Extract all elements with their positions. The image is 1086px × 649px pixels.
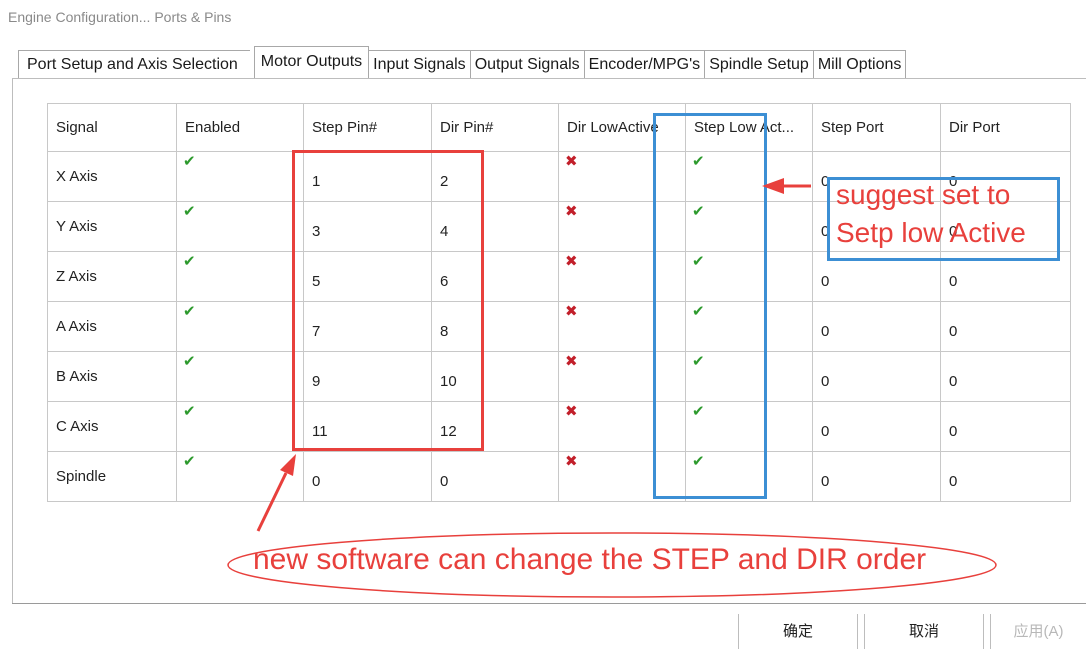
cell-signal[interactable]: X Axis bbox=[47, 151, 177, 202]
green-check-icon: ✔ bbox=[183, 303, 196, 320]
cell-enabled[interactable]: ✔ bbox=[176, 351, 304, 402]
table-row[interactable]: B Axis ✔ 9 10 ✖ ✔ 0 0 bbox=[47, 351, 1071, 402]
cell-enabled[interactable]: ✔ bbox=[176, 201, 304, 252]
table-row[interactable]: C Axis ✔ 11 12 ✖ ✔ 0 0 bbox=[47, 401, 1071, 452]
cell-enabled[interactable]: ✔ bbox=[176, 451, 304, 502]
cell-dir-port-value: 0 bbox=[949, 323, 958, 340]
motor-outputs-table: Signal Enabled Step Pin# Dir Pin# Dir Lo… bbox=[47, 103, 1071, 502]
tab-motor-outputs[interactable]: Motor Outputs bbox=[253, 46, 370, 78]
red-cross-icon: ✖ bbox=[565, 203, 578, 220]
red-cross-icon: ✖ bbox=[565, 303, 578, 320]
annotation-bottom-note: new software can change the STEP and DIR… bbox=[253, 543, 927, 576]
cell-signal[interactable]: Z Axis bbox=[47, 251, 177, 302]
cell-signal[interactable]: Spindle bbox=[47, 451, 177, 502]
table-header-row: Signal Enabled Step Pin# Dir Pin# Dir Lo… bbox=[47, 103, 1071, 152]
cell-step-port[interactable]: 0 bbox=[812, 451, 941, 502]
annotation-suggest-text: suggest set to Setp low Active bbox=[836, 176, 1026, 252]
header-signal[interactable]: Signal bbox=[47, 103, 177, 152]
table-row[interactable]: A Axis ✔ 7 8 ✖ ✔ 0 0 bbox=[47, 301, 1071, 352]
tab-output-signals[interactable]: Output Signals bbox=[470, 50, 585, 78]
cell-signal[interactable]: C Axis bbox=[47, 401, 177, 452]
ok-button[interactable]: 确定 bbox=[738, 614, 858, 649]
cell-enabled[interactable]: ✔ bbox=[176, 301, 304, 352]
cell-dir-pin[interactable]: 0 bbox=[431, 451, 559, 502]
green-check-icon: ✔ bbox=[183, 353, 196, 370]
cell-signal[interactable]: B Axis bbox=[47, 351, 177, 402]
header-dir-port[interactable]: Dir Port bbox=[940, 103, 1071, 152]
green-check-icon: ✔ bbox=[183, 253, 196, 270]
red-cross-icon: ✖ bbox=[565, 253, 578, 270]
tab-bar: Port Setup and Axis Selection Motor Outp… bbox=[18, 44, 907, 78]
header-step-pin[interactable]: Step Pin# bbox=[303, 103, 432, 152]
green-check-icon: ✔ bbox=[183, 403, 196, 420]
cell-step-port-value: 0 bbox=[821, 323, 830, 340]
cell-enabled[interactable]: ✔ bbox=[176, 151, 304, 202]
header-enabled[interactable]: Enabled bbox=[176, 103, 304, 152]
tab-port-setup[interactable]: Port Setup and Axis Selection bbox=[18, 50, 250, 78]
cell-step-pin-value: 0 bbox=[312, 473, 321, 490]
engine-config-dialog: { "window": { "title": "Engine Configura… bbox=[0, 0, 1086, 649]
cell-dir-port-value: 0 bbox=[949, 423, 958, 440]
cell-dir-port[interactable]: 0 bbox=[940, 301, 1071, 352]
tab-encoder-mpg[interactable]: Encoder/MPG's bbox=[584, 50, 706, 78]
cell-step-pin[interactable]: 0 bbox=[303, 451, 432, 502]
cell-step-port[interactable]: 0 bbox=[812, 301, 941, 352]
cell-dir-port[interactable]: 0 bbox=[940, 451, 1071, 502]
cell-dir-port[interactable]: 0 bbox=[940, 351, 1071, 402]
tab-spindle-setup[interactable]: Spindle Setup bbox=[705, 50, 814, 78]
header-step-port[interactable]: Step Port bbox=[812, 103, 941, 152]
cell-dir-port[interactable]: 0 bbox=[940, 401, 1071, 452]
cell-step-port-value: 0 bbox=[821, 473, 830, 490]
red-cross-icon: ✖ bbox=[565, 153, 578, 170]
cell-step-port-value: 0 bbox=[821, 373, 830, 390]
cell-dir-port-value: 0 bbox=[949, 473, 958, 490]
cell-step-port-value: 0 bbox=[821, 423, 830, 440]
cell-step-port-value: 0 bbox=[821, 273, 830, 290]
cell-dir-pin-value: 0 bbox=[440, 473, 449, 490]
red-cross-icon: ✖ bbox=[565, 353, 578, 370]
cell-dir-port-value: 0 bbox=[949, 373, 958, 390]
red-cross-icon: ✖ bbox=[565, 453, 578, 470]
cell-signal[interactable]: Y Axis bbox=[47, 201, 177, 252]
cell-enabled[interactable]: ✔ bbox=[176, 251, 304, 302]
header-dir-pin[interactable]: Dir Pin# bbox=[431, 103, 559, 152]
table-row[interactable]: Spindle ✔ 0 0 ✖ ✔ 0 0 bbox=[47, 451, 1071, 502]
cell-step-port[interactable]: 0 bbox=[812, 351, 941, 402]
green-check-icon: ✔ bbox=[183, 453, 196, 470]
cancel-button[interactable]: 取消 bbox=[864, 614, 984, 649]
annotation-suggest-line-1: suggest set to bbox=[836, 179, 1011, 210]
green-check-icon: ✔ bbox=[183, 203, 196, 220]
tab-mill-options[interactable]: Mill Options bbox=[813, 50, 907, 78]
green-check-icon: ✔ bbox=[183, 153, 196, 170]
window-title: Engine Configuration... Ports & Pins bbox=[8, 9, 232, 25]
red-cross-icon: ✖ bbox=[565, 403, 578, 420]
tab-input-signals[interactable]: Input Signals bbox=[369, 50, 471, 78]
apply-button[interactable]: 应用(A) bbox=[990, 614, 1086, 649]
cell-enabled[interactable]: ✔ bbox=[176, 401, 304, 452]
annotation-blue-rectangle bbox=[653, 113, 767, 499]
cell-signal[interactable]: A Axis bbox=[47, 301, 177, 352]
annotation-suggest-line-2: Setp low Active bbox=[836, 217, 1026, 248]
cell-step-port[interactable]: 0 bbox=[812, 401, 941, 452]
annotation-red-rectangle bbox=[292, 150, 484, 451]
bottom-separator bbox=[12, 603, 1086, 604]
cell-dir-port-value: 0 bbox=[949, 273, 958, 290]
